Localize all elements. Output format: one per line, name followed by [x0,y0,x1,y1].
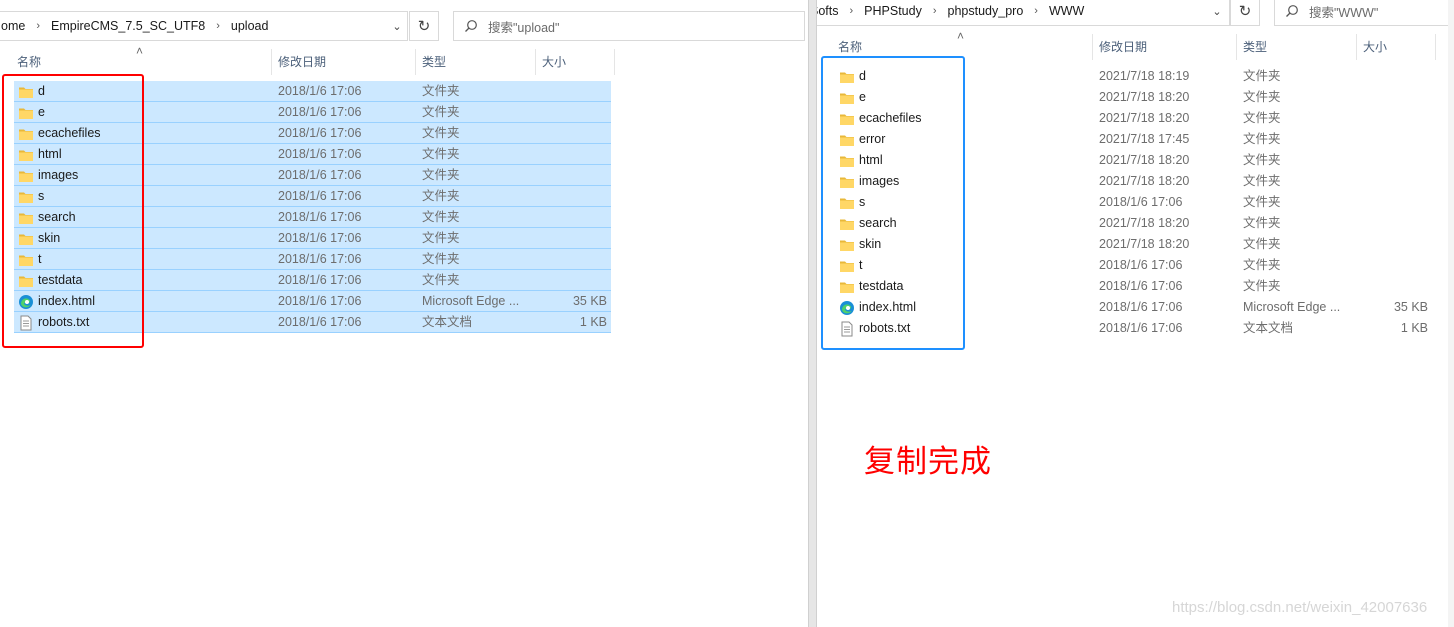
file-type: 文件夹 [422,147,460,161]
address-bar[interactable]: Softs › PHPStudy › phpstudy_pro › WWW [817,0,1230,26]
column-type[interactable]: 类型 [1237,32,1267,62]
scrollbar[interactable] [1448,0,1454,627]
chevron-right-icon: › [1034,5,1038,17]
file-type: 文件夹 [1243,216,1281,230]
file-date: 2018/1/6 17:06 [278,252,362,266]
file-date: 2018/1/6 17:06 [278,189,362,203]
file-type: 文件夹 [422,189,460,203]
file-type: 文件夹 [1243,132,1281,146]
chevron-right-icon: › [849,5,854,17]
file-date: 2021/7/18 18:20 [1099,174,1190,188]
file-date: 2018/1/6 17:06 [278,168,362,182]
blue-highlight-box [821,56,965,350]
file-type: Microsoft Edge ... [422,294,520,308]
breadcrumb-item[interactable]: WWW [1047,4,1086,18]
file-type: 文件夹 [422,210,460,224]
breadcrumb-item[interactable]: ome [0,19,27,33]
file-date: 2018/1/6 17:06 [278,294,362,308]
column-size[interactable]: 大小 [536,47,566,77]
search-icon [1275,4,1309,18]
file-date: 2018/1/6 17:06 [278,105,362,119]
file-type: 文件夹 [1243,153,1281,167]
chevron-right-icon: › [932,5,937,17]
column-date[interactable]: 修改日期 [272,47,326,77]
column-name[interactable]: 名称 [11,47,41,77]
address-dropdown-button[interactable]: ⌄ [1204,0,1230,26]
file-date: 2018/1/6 17:06 [278,126,362,140]
red-highlight-box [2,74,144,348]
refresh-button[interactable]: ↻ [409,11,439,41]
file-type: 文件夹 [1243,90,1281,104]
file-size: 1 KB [579,315,607,329]
file-size: 1 KB [1400,321,1428,335]
file-size: 35 KB [1393,300,1428,314]
watermark: https://blog.csdn.net/weixin_42007636 [1172,599,1428,616]
file-type: 文件夹 [422,105,460,119]
file-date: 2018/1/6 17:06 [278,315,362,329]
file-type: 文件夹 [1243,237,1281,251]
file-type: 文件夹 [1243,174,1281,188]
file-type: Microsoft Edge ... [1243,300,1341,314]
breadcrumb-item[interactable]: upload [229,19,271,33]
file-date: 2018/1/6 17:06 [278,147,362,161]
search-placeholder: 搜索"WWW" [1309,5,1379,20]
column-size[interactable]: 大小 [1357,32,1387,62]
column-header: ˄ 名称 修改日期 类型 大小 [0,44,808,77]
file-type: 文件夹 [422,252,460,266]
file-date: 2021/7/18 18:20 [1099,153,1190,167]
file-date: 2018/1/6 17:06 [278,210,362,224]
file-type: 文件夹 [422,231,460,245]
file-date: 2018/1/6 17:06 [1099,195,1183,209]
file-type: 文件夹 [1243,69,1281,83]
file-date: 2021/7/18 18:20 [1099,111,1190,125]
file-type: 文件夹 [422,84,460,98]
search-placeholder: 搜索"upload" [488,20,560,35]
chevron-right-icon: › [216,20,220,32]
file-date: 2021/7/18 18:20 [1099,216,1190,230]
column-type[interactable]: 类型 [416,47,446,77]
refresh-button[interactable]: ↻ [1230,0,1260,26]
column-separator[interactable] [614,49,615,75]
address-dropdown-button[interactable]: ⌄ [384,11,410,41]
chevron-right-icon: › [36,20,40,32]
file-type: 文本文档 [422,315,473,329]
file-date: 2021/7/18 17:45 [1099,132,1190,146]
search-box[interactable]: 搜索"upload" [453,11,805,41]
search-box[interactable]: 搜索"WWW" [1274,0,1454,26]
file-date: 2018/1/6 17:06 [278,84,362,98]
file-size: 35 KB [572,294,607,308]
file-type: 文件夹 [1243,195,1281,209]
breadcrumb-item[interactable]: PHPStudy [862,4,924,18]
file-type: 文本文档 [1243,321,1294,335]
copy-complete-annotation: 复制完成 [864,444,992,480]
file-type: 文件夹 [1243,111,1281,125]
file-date: 2018/1/6 17:06 [1099,279,1183,293]
refresh-icon: ↻ [417,18,431,35]
file-type: 文件夹 [422,273,460,287]
column-date[interactable]: 修改日期 [1093,32,1147,62]
address-bar[interactable]: ome › EmpireCMS_7.5_SC_UTF8 › upload [0,11,408,41]
file-type: 文件夹 [1243,279,1281,293]
file-date: 2018/1/6 17:06 [278,273,362,287]
search-icon [454,19,488,33]
file-type: 文件夹 [422,168,460,182]
file-type: 文件夹 [1243,258,1281,272]
file-date: 2021/7/18 18:20 [1099,237,1190,251]
sort-ascending-icon: ˄ [136,44,144,58]
column-separator[interactable] [1435,34,1436,60]
file-type: 文件夹 [422,126,460,140]
file-date: 2018/1/6 17:06 [1099,258,1183,272]
sort-ascending-icon: ˄ [957,29,965,43]
file-date: 2018/1/6 17:06 [1099,321,1183,335]
breadcrumb-item[interactable]: Softs [817,4,841,18]
file-date: 2021/7/18 18:20 [1099,90,1190,104]
breadcrumb-item[interactable]: phpstudy_pro [946,4,1026,18]
file-date: 2018/1/6 17:06 [278,231,362,245]
window-divider [808,0,817,627]
file-date: 2018/1/6 17:06 [1099,300,1183,314]
file-date: 2021/7/18 18:19 [1099,69,1190,83]
breadcrumb-item[interactable]: EmpireCMS_7.5_SC_UTF8 [49,19,207,33]
refresh-icon: ↻ [1238,3,1252,20]
